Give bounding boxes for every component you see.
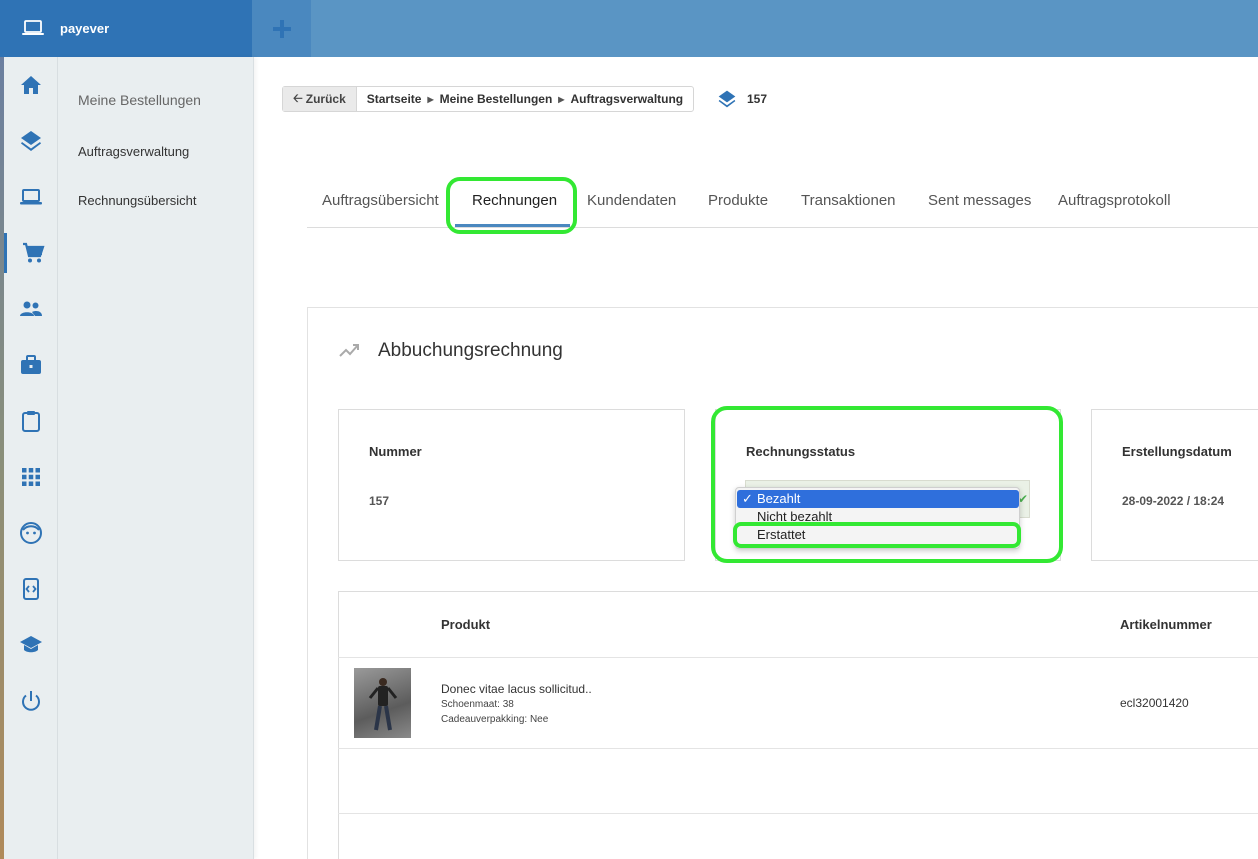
invoice-date-card: Erstellungsdatum 28-09-2022 / 18:24 <box>1091 409 1258 561</box>
product-meta-giftwrap: Cadeauverpakking: Nee <box>441 714 549 725</box>
brand-area[interactable]: payever <box>0 0 252 57</box>
face-icon <box>20 522 42 544</box>
add-button[interactable] <box>252 0 311 57</box>
graduation-cap-icon <box>20 636 42 653</box>
icon-rail <box>0 57 58 859</box>
layers-nav[interactable] <box>4 121 58 161</box>
row-divider <box>338 657 1258 658</box>
briefcase-icon <box>21 355 41 374</box>
row-divider <box>338 813 1258 814</box>
column-header-sku: Artikelnummer <box>1120 617 1212 632</box>
code-device-icon <box>23 578 39 600</box>
clipboard-icon <box>22 411 40 432</box>
breadcrumb-item[interactable]: Meine Bestellungen <box>440 92 553 106</box>
home-nav[interactable] <box>4 65 58 105</box>
highlight-annotation <box>446 177 577 234</box>
laptop-icon <box>22 20 44 35</box>
trending-up-icon <box>339 344 359 357</box>
apps-nav[interactable] <box>4 457 58 497</box>
layers-icon <box>21 131 41 151</box>
cart-icon <box>22 242 45 263</box>
column-header-product: Produkt <box>441 617 491 632</box>
product-name[interactable]: Donec vitae lacus sollicitud.. <box>441 682 592 696</box>
highlight-annotation <box>733 522 1021 548</box>
date-value: 28-09-2022 / 18:24 <box>1122 494 1225 508</box>
arrow-left-icon: 🡠 <box>293 90 303 105</box>
tab-products[interactable]: Produkte <box>708 192 768 209</box>
person-figure <box>368 678 398 731</box>
devices-nav[interactable] <box>4 177 58 217</box>
plus-icon <box>272 19 291 38</box>
tab-sent-messages[interactable]: Sent messages <box>928 192 1031 209</box>
business-nav[interactable] <box>4 345 58 385</box>
order-chip: 157 <box>717 89 767 109</box>
number-label: Nummer <box>369 444 422 459</box>
breadcrumb-item[interactable]: Auftragsverwaltung <box>570 92 683 106</box>
invoice-number-card: Nummer 157 <box>338 409 685 561</box>
power-icon <box>22 691 40 711</box>
tab-transactions[interactable]: Transaktionen <box>801 192 896 209</box>
subnav-item-invoice-overview[interactable]: Rechnungsübersicht <box>78 193 197 208</box>
clipboard-nav[interactable] <box>4 401 58 441</box>
back-button[interactable]: 🡠 Zurück <box>283 87 357 111</box>
date-label: Erstellungsdatum <box>1122 444 1232 459</box>
order-number: 157 <box>747 92 768 106</box>
back-label: Zurück <box>305 92 346 106</box>
logout-nav[interactable] <box>4 681 58 721</box>
subnav-item-orders[interactable]: Meine Bestellungen <box>78 92 201 108</box>
subnav-item-order-management[interactable]: Auftragsverwaltung <box>78 144 189 159</box>
breadcrumb-trail: Startseite ▶ Meine Bestellungen ▶ Auftra… <box>357 92 693 106</box>
number-value: 157 <box>369 494 390 508</box>
brand-name: payever <box>60 21 110 36</box>
laptop-icon <box>20 189 42 205</box>
dev-nav[interactable] <box>4 569 58 609</box>
tab-customer-data[interactable]: Kundendaten <box>587 192 676 209</box>
caret-right-icon: ▶ <box>427 94 434 104</box>
tab-order-overview[interactable]: Auftragsübersicht <box>322 192 439 209</box>
home-icon <box>21 76 41 94</box>
academy-nav[interactable] <box>4 625 58 665</box>
contacts-nav[interactable] <box>4 289 58 329</box>
layers-icon <box>718 90 736 108</box>
grid-icon <box>22 468 40 486</box>
tab-order-log[interactable]: Auftragsprotokoll <box>1058 192 1171 209</box>
invoice-title: Abbuchungsrechnung <box>378 340 563 361</box>
breadcrumb: 🡠 Zurück Startseite ▶ Meine Bestellungen… <box>282 86 695 112</box>
product-thumbnail <box>354 668 411 738</box>
row-divider <box>338 748 1258 749</box>
profile-nav[interactable] <box>4 513 58 553</box>
breadcrumb-item[interactable]: Startseite <box>367 92 422 106</box>
product-meta-size: Schoenmaat: 38 <box>441 699 514 710</box>
cart-nav[interactable] <box>4 233 58 273</box>
people-icon <box>20 301 42 316</box>
product-sku: ecl32001420 <box>1120 696 1189 710</box>
caret-right-icon: ▶ <box>558 94 565 104</box>
sub-navigation: Meine Bestellungen Auftragsverwaltung Re… <box>58 57 254 859</box>
